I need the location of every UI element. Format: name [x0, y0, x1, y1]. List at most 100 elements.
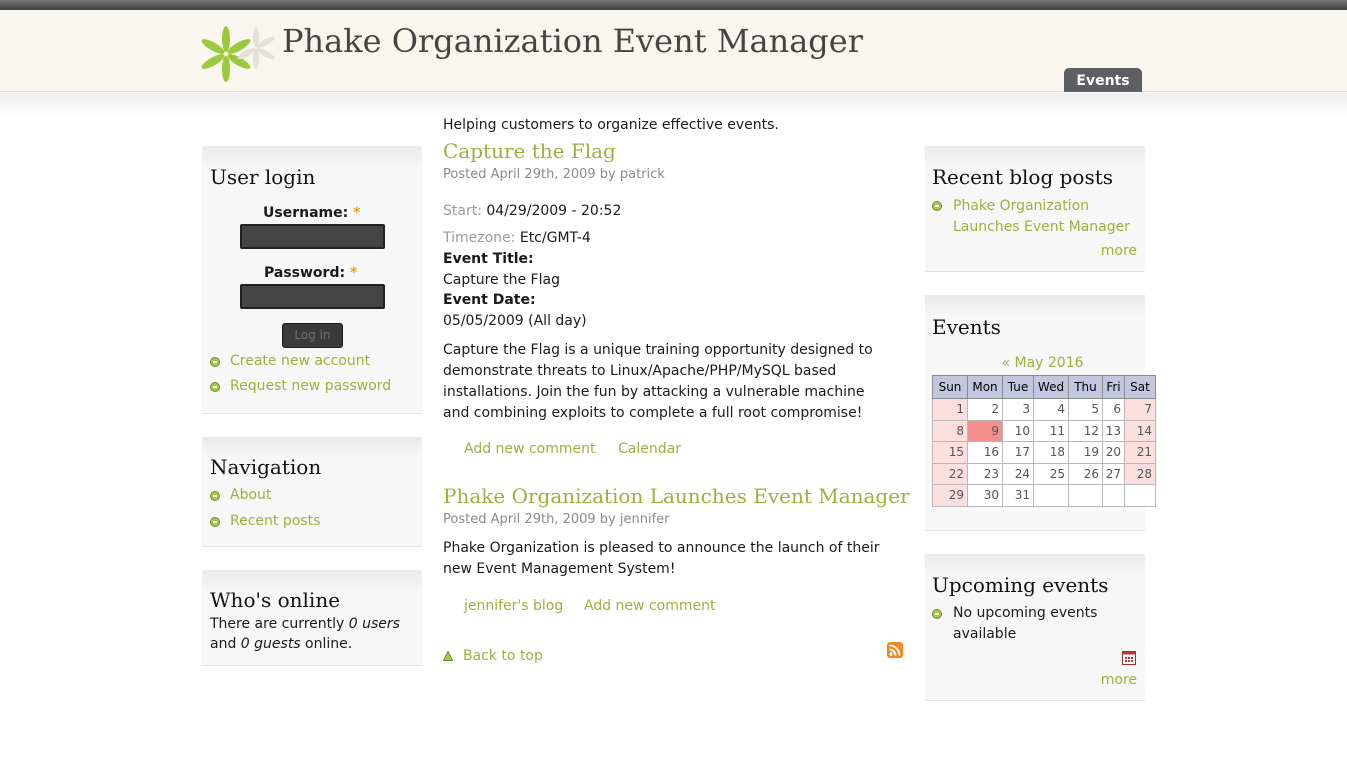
calendar-day[interactable]: 21: [1124, 441, 1156, 464]
events-calendar: Sun Mon Tue Wed Thu Fri Sat 1 2 3 4 5 6 7 8 9 10 1…: [932, 375, 1156, 507]
calendar-day[interactable]: 8: [932, 419, 968, 442]
calendar-day[interactable]: 24: [1002, 462, 1034, 485]
upcoming-events-block: Upcoming events No upcoming events avail…: [925, 554, 1145, 701]
event-timezone-label: Timezone:: [443, 230, 516, 246]
upcoming-events-title: Upcoming events: [932, 573, 1109, 597]
node-submitted: Posted April 29th, 2009 by patrick: [443, 167, 665, 182]
calendar-link[interactable]: Calendar: [618, 441, 681, 457]
site-logo-icon[interactable]: [200, 24, 280, 84]
password-label: Password: *: [264, 265, 357, 281]
whos-online-line1: There are currently 0 users: [210, 616, 400, 632]
blog-link[interactable]: jennifer's blog: [464, 598, 563, 614]
event-date-label: Event Date:: [443, 292, 536, 308]
bullet-icon: [210, 517, 220, 527]
username-label: Username: *: [263, 205, 360, 221]
nav-recent-posts-link[interactable]: Recent posts: [230, 513, 320, 529]
event-timezone-value: Etc/GMT-4: [519, 230, 591, 246]
calendar-day[interactable]: 12: [1068, 419, 1103, 442]
tab-events[interactable]: Events: [1064, 68, 1142, 92]
password-input[interactable]: [240, 284, 385, 309]
calendar-weekday: Sun: [932, 375, 968, 399]
calendar-day[interactable]: 5: [1068, 398, 1103, 421]
event-title-label: Event Title:: [443, 251, 534, 267]
calendar-day[interactable]: 25: [1033, 462, 1069, 485]
login-button[interactable]: Log in: [282, 323, 343, 348]
calendar-day[interactable]: 7: [1124, 398, 1156, 421]
calendar-prev-month-link[interactable]: « May 2016: [932, 355, 1153, 371]
calendar-day[interactable]: 18: [1033, 441, 1069, 464]
calendar-day[interactable]: 2: [967, 398, 1003, 421]
password-label-text: Password:: [264, 265, 346, 281]
recent-blog-more-link[interactable]: more: [1101, 243, 1137, 259]
calendar-day[interactable]: 28: [1124, 462, 1156, 485]
ical-calendar-icon[interactable]: [1122, 650, 1136, 665]
calendar-day[interactable]: 30: [967, 484, 1003, 507]
calendar-day[interactable]: 16: [967, 441, 1003, 464]
calendar-day[interactable]: 13: [1102, 419, 1125, 442]
calendar-empty-cell: [1124, 484, 1156, 507]
calendar-weekday: Thu: [1068, 375, 1103, 399]
upcoming-event-item: No upcoming events available: [953, 605, 1098, 642]
navigation-block: Navigation About Recent posts: [202, 437, 422, 547]
calendar-week-row: 22 23 24 25 26 27 28: [932, 462, 1156, 485]
add-comment-link[interactable]: Add new comment: [464, 441, 595, 457]
calendar-week-row: 8 9 10 11 12 13 14: [932, 419, 1156, 442]
event-date-value: 05/05/2009 (All day): [443, 313, 587, 329]
bullet-icon: [932, 609, 942, 619]
calendar-day[interactable]: 15: [932, 441, 968, 464]
calendar-day[interactable]: 14: [1124, 419, 1156, 442]
username-label-text: Username:: [263, 205, 349, 221]
recent-blog-posts-title: Recent blog posts: [932, 165, 1114, 189]
whos-online-prefix: There are currently: [210, 616, 349, 632]
calendar-day[interactable]: 11: [1033, 419, 1069, 442]
node-title-launch[interactable]: Phake Organization Launches Event Manage…: [443, 484, 910, 508]
navigation-title: Navigation: [210, 455, 322, 479]
calendar-day[interactable]: 6: [1102, 398, 1125, 421]
add-comment-link[interactable]: Add new comment: [584, 598, 715, 614]
request-password-link[interactable]: Request new password: [230, 378, 391, 394]
username-input[interactable]: [240, 224, 385, 249]
node-title-capture-the-flag[interactable]: Capture the Flag: [443, 139, 616, 163]
site-mission: Helping customers to organize effective …: [443, 117, 779, 133]
calendar-day[interactable]: 17: [1002, 441, 1034, 464]
calendar-day[interactable]: 4: [1033, 398, 1069, 421]
calendar-day[interactable]: 26: [1068, 462, 1103, 485]
calendar-day[interactable]: 9: [967, 419, 1003, 442]
calendar-day[interactable]: 19: [1068, 441, 1103, 464]
calendar-day[interactable]: 20: [1102, 441, 1125, 464]
calendar-day[interactable]: 31: [1002, 484, 1034, 507]
calendar-day[interactable]: 22: [932, 462, 968, 485]
username-required-mark: *: [353, 205, 361, 221]
calendar-weekday: Tue: [1002, 375, 1034, 399]
node-body: Capture the Flag is a unique training op…: [443, 342, 873, 421]
nav-about-link[interactable]: About: [230, 487, 271, 503]
calendar-weekday: Wed: [1033, 375, 1069, 399]
whos-online-suffix: online.: [300, 636, 353, 652]
node-body: Phake Organization is pleased to announc…: [443, 540, 880, 577]
header-shadow: [0, 93, 1347, 117]
event-start-value: 04/29/2009 - 20:52: [486, 203, 622, 219]
bullet-icon: [210, 357, 220, 367]
top-bar: [0, 0, 1347, 10]
recent-blog-posts-block: Recent blog posts Phake Organization Lau…: [925, 146, 1145, 272]
user-login-title: User login: [210, 165, 316, 189]
back-to-top-link[interactable]: Back to top: [463, 648, 543, 664]
bullet-icon: [210, 491, 220, 501]
event-start-label: Start:: [443, 203, 482, 219]
calendar-day[interactable]: 27: [1102, 462, 1125, 485]
upcoming-events-more-link[interactable]: more: [1101, 672, 1137, 688]
calendar-day[interactable]: 1: [932, 398, 968, 421]
recent-blog-post-link[interactable]: Phake Organization Launches Event Manage…: [953, 196, 1133, 238]
site-name[interactable]: Phake Organization Event Manager: [282, 22, 863, 60]
calendar-empty-cell: [1068, 484, 1103, 507]
whos-online-block: Who's online There are currently 0 users…: [202, 570, 422, 666]
calendar-day[interactable]: 10: [1002, 419, 1034, 442]
create-account-link[interactable]: Create new account: [230, 353, 370, 369]
events-title: Events: [932, 315, 1001, 339]
online-users-count: 0 users: [348, 616, 400, 632]
rss-feed-icon[interactable]: [887, 642, 903, 658]
calendar-day[interactable]: 29: [932, 484, 968, 507]
calendar-day[interactable]: 23: [967, 462, 1003, 485]
calendar-day[interactable]: 3: [1002, 398, 1034, 421]
whos-online-and: and: [210, 636, 241, 652]
